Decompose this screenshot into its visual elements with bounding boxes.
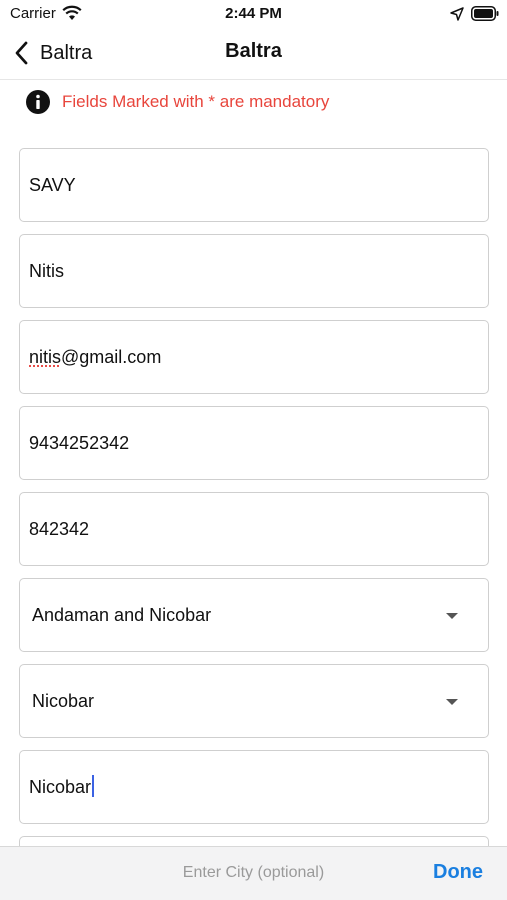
city-area-text: Nicobar — [29, 777, 91, 797]
email-domain-part: @gmail.com — [61, 347, 161, 367]
mandatory-notice: Fields Marked with * are mandatory — [26, 90, 329, 114]
done-button[interactable]: Done — [433, 861, 483, 884]
city-area-value: Nicobar — [29, 751, 94, 823]
accessory-placeholder: Enter City (optional) — [0, 864, 507, 882]
dropdown-arrow-icon — [446, 613, 458, 619]
state-value: Andaman and Nicobar — [32, 579, 211, 651]
email-misspelled-part: nitis — [29, 347, 61, 367]
text-cursor — [92, 775, 94, 797]
info-icon — [26, 90, 50, 114]
phone-value: 9434252342 — [29, 407, 129, 479]
email-value: nitis@gmail.com — [29, 321, 161, 393]
state-select[interactable]: Andaman and Nicobar — [19, 578, 489, 652]
name-value: SAVY — [29, 149, 76, 221]
page-title: Baltra — [0, 40, 507, 63]
mandatory-notice-text: Fields Marked with * are mandatory — [62, 92, 329, 112]
clock: 2:44 PM — [0, 5, 507, 22]
last-name-value: Nitis — [29, 235, 64, 307]
district-value: Nicobar — [32, 665, 94, 737]
district-select[interactable]: Nicobar — [19, 664, 489, 738]
last-name-field[interactable]: Nitis — [19, 234, 489, 308]
status-bar: Carrier 2:44 PM — [0, 0, 507, 30]
pincode-field[interactable]: 842342 — [19, 492, 489, 566]
name-field[interactable]: SAVY — [19, 148, 489, 222]
email-field[interactable]: nitis@gmail.com — [19, 320, 489, 394]
navigation-bar: Baltra Baltra — [0, 30, 507, 80]
phone-field[interactable]: 9434252342 — [19, 406, 489, 480]
city-area-field[interactable]: Nicobar — [19, 750, 489, 824]
location-arrow-icon — [450, 7, 464, 21]
battery-icon — [471, 6, 499, 21]
dropdown-arrow-icon — [446, 699, 458, 705]
pincode-value: 842342 — [29, 493, 89, 565]
keyboard-accessory-bar: Enter City (optional) Done — [0, 846, 507, 900]
